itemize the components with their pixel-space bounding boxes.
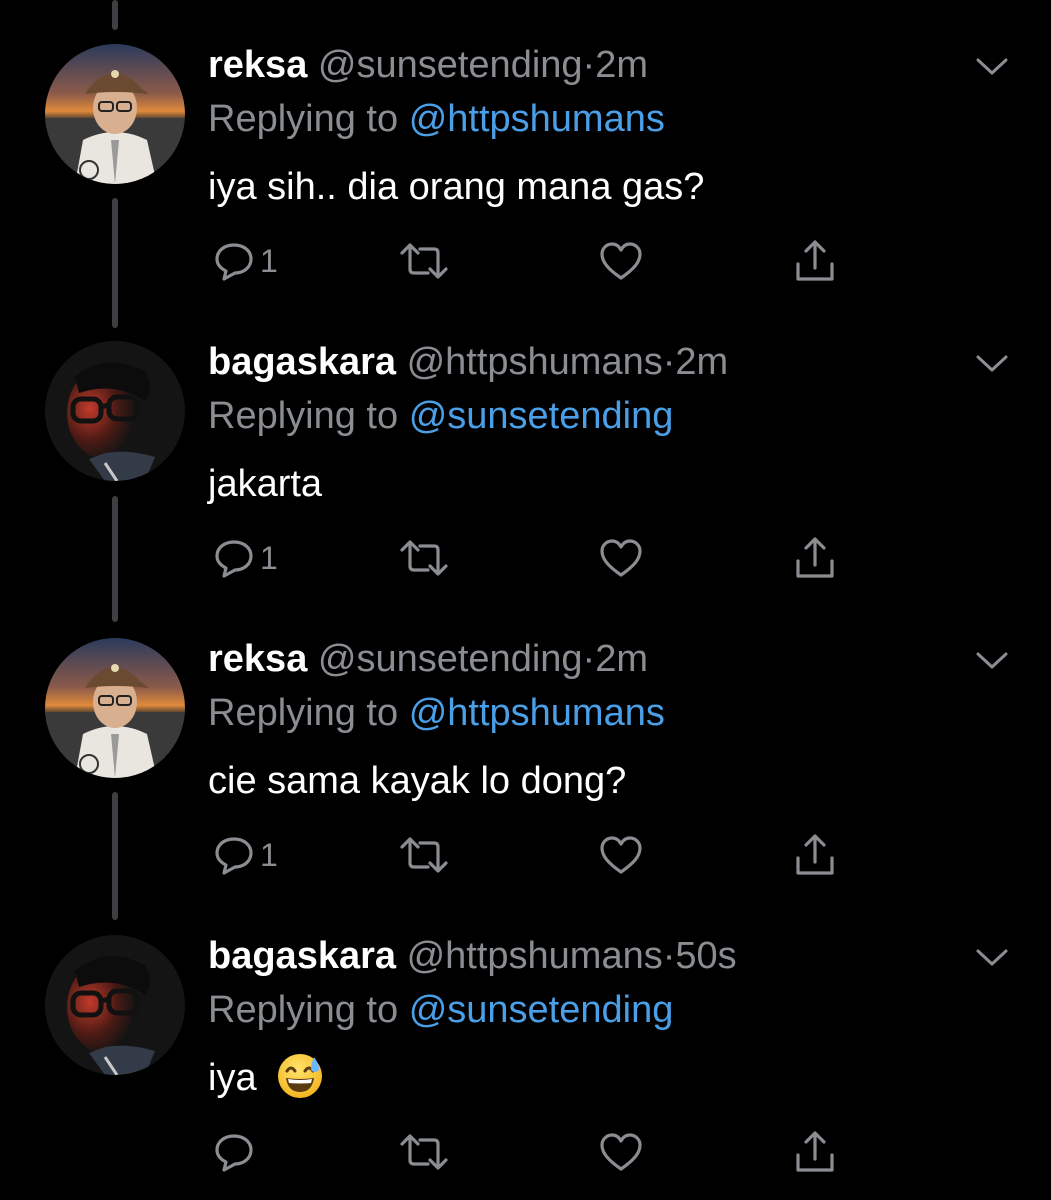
reply-icon: [215, 540, 253, 578]
retweet-icon: [400, 243, 448, 279]
like-button[interactable]: [598, 830, 644, 880]
tweet-text: iya: [208, 1054, 325, 1105]
reply-count: 1: [260, 242, 278, 279]
display-name[interactable]: reksa: [208, 638, 307, 680]
like-icon: [600, 539, 642, 577]
caret-down-icon[interactable]: [972, 349, 1012, 377]
timestamp[interactable]: 2m: [595, 638, 648, 680]
share-button[interactable]: [792, 533, 838, 583]
timestamp[interactable]: 2m: [675, 341, 728, 383]
grinning-face-with-sweat-emoji: [278, 1054, 323, 1098]
reply-mention-link[interactable]: @httpshumans: [409, 98, 665, 140]
display-name[interactable]: reksa: [208, 44, 307, 86]
user-handle[interactable]: @httpshumans: [407, 935, 663, 977]
replying-to-label: Replying to: [208, 692, 399, 734]
timestamp[interactable]: 50s: [675, 935, 736, 977]
like-button[interactable]: [598, 1127, 644, 1177]
tweet-header: bagaskara @httpshumans·50s: [208, 933, 737, 979]
reply-count: 1: [260, 539, 278, 576]
user-handle[interactable]: @sunsetending: [318, 44, 583, 86]
retweet-icon: [400, 1134, 448, 1170]
caret-down-icon[interactable]: [972, 943, 1012, 971]
caret-down-icon[interactable]: [972, 52, 1012, 80]
like-icon: [600, 836, 642, 874]
replying-to-line: Replying to @sunsetending: [208, 987, 673, 1033]
user-handle[interactable]: @sunsetending: [318, 638, 583, 680]
like-icon: [600, 242, 642, 280]
replying-to-line: Replying to @httpshumans: [208, 690, 665, 736]
reply-mention-link[interactable]: @sunsetending: [409, 989, 674, 1031]
share-icon: [796, 240, 834, 281]
retweet-icon: [400, 540, 448, 576]
share-button[interactable]: [792, 1127, 838, 1177]
replying-to-label: Replying to: [208, 395, 399, 437]
reply-button[interactable]: 1: [212, 830, 278, 880]
tweet-actions: 1: [208, 533, 868, 583]
reply-icon: [215, 837, 253, 875]
tweet[interactable]: reksa @sunsetending·2m Replying to @http…: [0, 594, 1051, 890]
tweet[interactable]: bagaskara @httpshumans·50s Replying to @…: [0, 891, 1051, 1187]
like-button[interactable]: [598, 533, 644, 583]
tweet-header: reksa @sunsetending·2m: [208, 42, 648, 88]
replying-to-label: Replying to: [208, 98, 399, 140]
replying-to-line: Replying to @httpshumans: [208, 96, 665, 142]
share-icon: [796, 537, 834, 578]
separator-dot: ·: [662, 935, 676, 977]
tweet-text-content: iya: [208, 1057, 257, 1100]
like-button[interactable]: [598, 236, 644, 286]
share-icon: [796, 1131, 834, 1172]
tweet[interactable]: reksa @sunsetending·2m Replying to @http…: [0, 0, 1051, 296]
tweet-actions: [208, 1127, 868, 1177]
display-name[interactable]: bagaskara: [208, 935, 396, 977]
separator-dot: ·: [582, 44, 596, 86]
reply-count: 1: [260, 836, 278, 873]
tweet[interactable]: bagaskara @httpshumans·2m Replying to @s…: [0, 297, 1051, 593]
reply-icon: [215, 243, 253, 281]
reply-button[interactable]: [212, 1127, 260, 1177]
display-name[interactable]: bagaskara: [208, 341, 396, 383]
reply-mention-link[interactable]: @httpshumans: [409, 692, 665, 734]
bagaskara-avatar[interactable]: [45, 341, 185, 481]
tweet-header: bagaskara @httpshumans·2m: [208, 339, 728, 385]
reply-icon: [215, 1134, 253, 1172]
reksa-avatar[interactable]: [45, 638, 185, 778]
share-button[interactable]: [792, 236, 838, 286]
share-icon: [796, 834, 834, 875]
bagaskara-avatar[interactable]: [45, 935, 185, 1075]
retweet-button[interactable]: [398, 236, 450, 286]
reply-button[interactable]: 1: [212, 236, 278, 286]
timestamp[interactable]: 2m: [595, 44, 648, 86]
retweet-button[interactable]: [398, 830, 450, 880]
reply-button[interactable]: 1: [212, 533, 278, 583]
tweet-text: jakarta: [208, 463, 323, 505]
replying-to-line: Replying to @sunsetending: [208, 393, 673, 439]
retweet-button[interactable]: [398, 533, 450, 583]
like-icon: [600, 1133, 642, 1171]
tweet-text: cie sama kayak lo dong?: [208, 760, 627, 802]
separator-dot: ·: [662, 341, 676, 383]
reply-thread: reksa @sunsetending·2m Replying to @http…: [0, 0, 1051, 1200]
share-button[interactable]: [792, 830, 838, 880]
tweet-text: iya sih.. dia orang mana gas?: [208, 166, 705, 208]
tweet-actions: 1: [208, 236, 868, 286]
tweet-header: reksa @sunsetending·2m: [208, 636, 648, 682]
user-handle[interactable]: @httpshumans: [407, 341, 663, 383]
retweet-icon: [400, 837, 448, 873]
retweet-button[interactable]: [398, 1127, 450, 1177]
separator-dot: ·: [582, 638, 596, 680]
caret-down-icon[interactable]: [972, 646, 1012, 674]
replying-to-label: Replying to: [208, 989, 399, 1031]
reply-mention-link[interactable]: @sunsetending: [409, 395, 674, 437]
tweet-actions: 1: [208, 830, 868, 880]
reksa-avatar[interactable]: [45, 44, 185, 184]
